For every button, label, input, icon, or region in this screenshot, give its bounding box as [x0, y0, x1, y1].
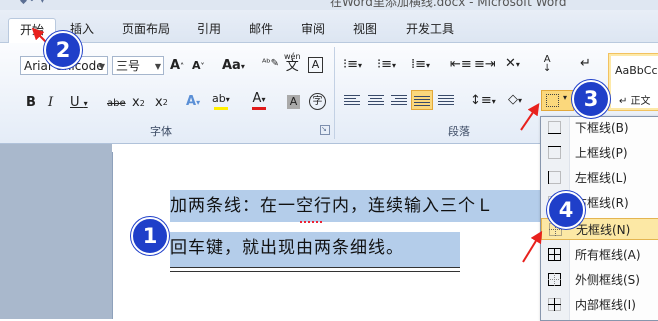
- all-borders-icon: [548, 248, 561, 261]
- multilevel-list-button[interactable]: ⁞≡▾: [411, 57, 430, 74]
- menu-item-outside-borders[interactable]: 外侧框线(S): [541, 269, 658, 291]
- bottom-border-icon: [548, 121, 561, 134]
- style-preview-normal: AaBbCc: [615, 64, 658, 77]
- quick-access-toolbar[interactable]: ◆ ↶ ▾: [20, 0, 45, 6]
- style-name: ↵ 正文: [619, 96, 651, 107]
- title-bar: ◆ ↶ ▾ 在Word里添加横线.docx - Microsoft Word: [0, 0, 658, 10]
- line-spacing-button[interactable]: ↕≡▾: [470, 93, 496, 110]
- window-title: 在Word里添加横线.docx - Microsoft Word: [330, 0, 567, 9]
- borders-button[interactable]: ▾: [541, 90, 574, 111]
- grow-font-button[interactable]: A˄: [170, 58, 184, 75]
- align-left-button[interactable]: [344, 93, 360, 107]
- align-center-button[interactable]: [368, 93, 384, 107]
- asian-layout-button[interactable]: ✕▾: [505, 56, 520, 73]
- change-case-button[interactable]: Aa▾: [222, 58, 245, 75]
- document-line-1[interactable]: 加两条线：在一空行内，连续输入三个Ｌ: [170, 190, 550, 222]
- numbering-button[interactable]: ⁝≡▾: [377, 57, 396, 74]
- tab-developer[interactable]: 开发工具: [406, 20, 454, 37]
- menu-item-bottom-border[interactable]: 下框线(B): [541, 117, 658, 139]
- font-size-value: 三号: [116, 59, 141, 73]
- menu-item-inside-borders[interactable]: 内部框线(I): [541, 294, 658, 316]
- sort-button[interactable]: A ↓: [543, 55, 551, 74]
- phonetic-guide-button[interactable]: wén 文: [284, 52, 301, 73]
- clear-format-icon[interactable]: ᴬᵇ✎: [262, 56, 279, 72]
- inside-borders-icon: [548, 298, 561, 311]
- chevron-down-icon: ▼: [154, 62, 161, 71]
- tab-mailings[interactable]: 邮件: [249, 20, 273, 37]
- font-color-button[interactable]: A▾: [252, 91, 266, 110]
- menu-item-top-border[interactable]: 上框线(P): [541, 142, 658, 164]
- enclose-char-button[interactable]: 字: [309, 93, 326, 110]
- italic-button[interactable]: I: [48, 95, 53, 111]
- font-group-label: 字体: [150, 125, 172, 138]
- bullets-button[interactable]: ⁝≡▾: [343, 57, 362, 74]
- left-border-icon: [548, 171, 561, 184]
- callout-badge-3: 3: [572, 80, 610, 118]
- callout-badge-1: 1: [131, 217, 169, 255]
- menu-item-all-borders[interactable]: 所有框线(A): [541, 244, 658, 266]
- styles-gallery[interactable]: AaBbCc ↵ 正文: [608, 53, 658, 111]
- document-line-2[interactable]: 回车键，就出现由两条细线。: [170, 232, 460, 268]
- group-divider: [334, 47, 335, 139]
- bold-button[interactable]: B: [26, 95, 36, 111]
- shrink-font-button[interactable]: A˅: [192, 58, 205, 75]
- char-shading-button[interactable]: A: [287, 95, 300, 109]
- increase-indent-button[interactable]: ≡⇥: [474, 57, 496, 73]
- strikethrough-button[interactable]: abe: [107, 96, 126, 112]
- shading-bucket-icon[interactable]: ◇▾: [508, 92, 522, 109]
- callout-badge-4: 4: [547, 191, 585, 229]
- paragraph-group-label: 段落: [448, 125, 470, 138]
- font-size-combo[interactable]: 三号 ▼: [112, 56, 164, 75]
- char-border-button[interactable]: A: [308, 57, 323, 73]
- align-right-button[interactable]: [391, 93, 407, 107]
- spellcheck-underline: [300, 221, 322, 223]
- tab-page-layout[interactable]: 页面布局: [122, 20, 170, 37]
- ribbon-tab-bar: 开始 插入 页面布局 引用 邮件 审阅 视图 开发工具: [0, 10, 658, 44]
- tab-references[interactable]: 引用: [197, 20, 221, 37]
- top-border-icon: [548, 146, 561, 159]
- tab-review[interactable]: 审阅: [301, 20, 325, 37]
- outside-borders-icon: [548, 273, 561, 286]
- show-marks-button[interactable]: ↵: [580, 56, 591, 72]
- menu-item-left-border[interactable]: 左框线(L): [541, 167, 658, 189]
- text-effects-button[interactable]: A▾: [186, 94, 200, 111]
- justify-button[interactable]: [411, 90, 433, 110]
- callout-badge-2: 2: [44, 31, 82, 69]
- decrease-indent-button[interactable]: ⇤≡: [450, 57, 472, 73]
- double-line-border: [170, 267, 460, 272]
- distribute-button[interactable]: [438, 93, 454, 107]
- superscript-button[interactable]: x2: [155, 95, 168, 111]
- chevron-down-icon: ▼: [98, 62, 105, 71]
- highlight-button[interactable]: ab▾: [212, 91, 230, 110]
- tab-view[interactable]: 视图: [353, 20, 377, 37]
- font-dialog-launcher[interactable]: ↘: [320, 125, 330, 135]
- underline-button[interactable]: U ▾: [70, 95, 88, 112]
- subscript-button[interactable]: x2: [132, 95, 145, 112]
